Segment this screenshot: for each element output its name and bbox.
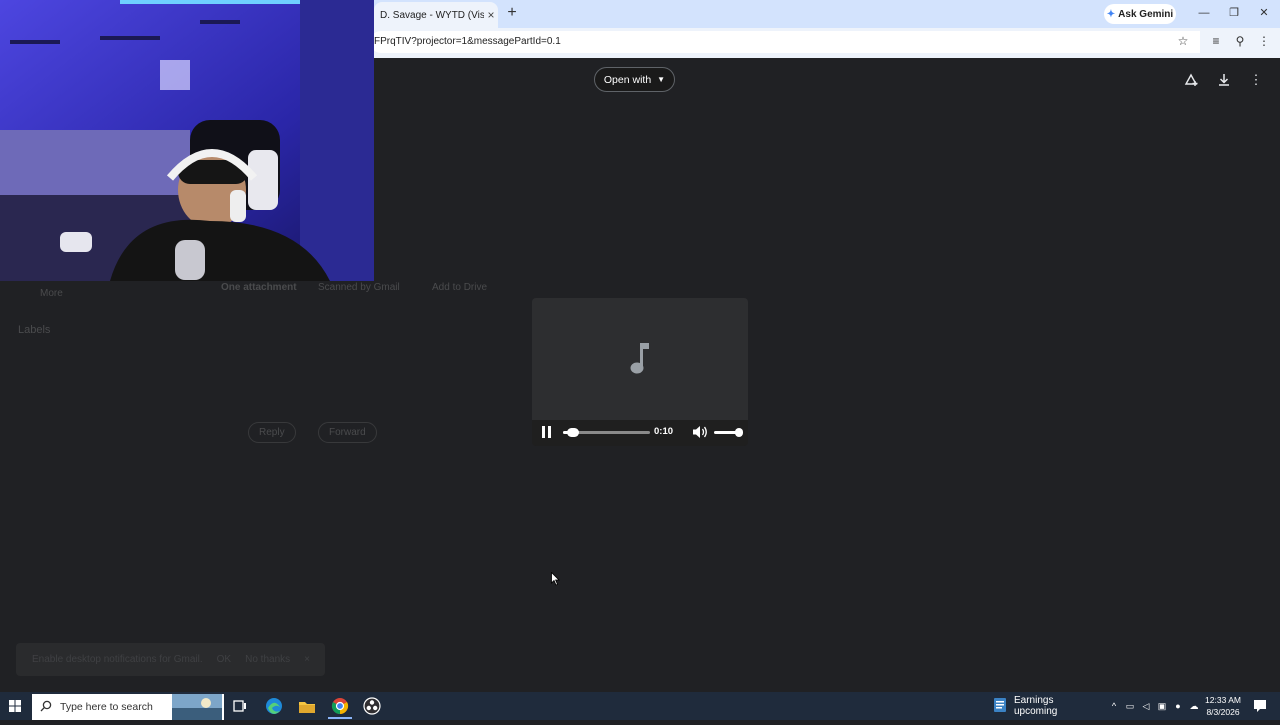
tab-title: D. Savage - WYTD (Visualiz [380,9,484,21]
address-bar[interactable]: FPrqTIV?projector=1&messagePartId=0.1 [370,31,1200,53]
toast-message: Enable desktop notifications for Gmail. [32,654,203,665]
file-explorer-icon[interactable] [297,696,317,716]
network-icon[interactable]: ▣ [1156,700,1168,712]
speaker-icon[interactable]: ◁ [1140,700,1152,712]
more-label: More [40,288,63,299]
music-note-icon [626,340,654,376]
open-with-button[interactable]: Open with ▼ [594,67,675,92]
seek-handle[interactable] [567,428,580,437]
bookmark-star-icon[interactable]: ☆ [1175,33,1191,49]
microphone-icon[interactable]: ● [1172,700,1184,712]
gemini-sparkle-icon: ✦ [1106,8,1116,20]
toast-ok-button[interactable]: OK [217,654,231,665]
taskbar-clock[interactable]: 12:33 AM 8/3/2026 [1200,694,1246,718]
new-tab-button[interactable]: + [504,5,520,21]
browser-tab[interactable]: D. Savage - WYTD (Visualiz × [374,2,498,28]
stocks-widget-icon [992,697,1008,716]
download-icon[interactable] [1216,72,1232,88]
widget-label: Earnings upcoming [1014,695,1058,717]
reply-button: Reply [248,422,296,443]
minimize-window-icon[interactable]: — [1194,4,1214,22]
device-icon[interactable]: ▭ [1124,700,1136,712]
search-icon [40,700,52,715]
attachment-heading: One attachment [221,282,297,293]
browser-menu-icon[interactable]: ⋮ [1256,33,1272,49]
add-to-drive-link: Add to Drive [432,282,488,293]
dropdown-arrow-icon: ▼ [657,75,666,84]
scanned-label: Scanned by Gmail [318,282,400,293]
search-highlight-image [172,694,222,720]
ask-gemini-button[interactable]: ✦ Ask Gemini [1104,4,1176,24]
forward-button: Forward [318,422,377,443]
edge-browser-icon[interactable] [264,696,284,716]
more-options-icon[interactable]: ⋮ [1248,72,1264,88]
add-to-drive-icon[interactable] [1183,72,1199,88]
labels-heading: Labels [18,324,51,336]
ask-gemini-label: Ask Gemini [1118,8,1174,20]
onedrive-icon[interactable]: ☁ [1188,700,1200,712]
toast-no-thanks-button[interactable]: No thanks [245,654,290,665]
show-hidden-icons-icon[interactable]: ^ [1108,700,1120,712]
notification-toast: Enable desktop notifications for Gmail. … [16,643,325,676]
news-widget[interactable]: Earnings upcoming [992,695,1096,717]
tab-close-icon[interactable]: × [484,8,498,22]
media-controls-icon[interactable]: ≡ [1208,33,1224,49]
clock-date: 8/3/2026 [1206,707,1240,717]
pause-icon[interactable] [541,426,553,438]
clock-time: 12:33 AM [1205,695,1241,705]
open-with-label: Open with [603,73,652,86]
volume-icon[interactable] [692,425,708,439]
close-window-icon[interactable]: ✕ [1254,4,1274,22]
toast-close-icon[interactable]: × [304,654,310,665]
search-placeholder: Type here to search [60,701,153,713]
extensions-icon[interactable]: ⚲ [1232,33,1248,49]
windows-start-icon[interactable] [6,698,24,714]
mouse-cursor-icon [551,571,561,586]
restore-window-icon[interactable]: ❐ [1224,4,1244,22]
webcam-overlay [0,0,374,281]
notification-center-icon[interactable] [1252,698,1268,714]
obs-studio-icon[interactable] [362,696,382,716]
active-app-indicator [328,717,352,719]
playback-time: 0:10 [654,426,674,437]
task-view-icon[interactable] [230,696,250,716]
chrome-icon[interactable] [330,696,350,716]
